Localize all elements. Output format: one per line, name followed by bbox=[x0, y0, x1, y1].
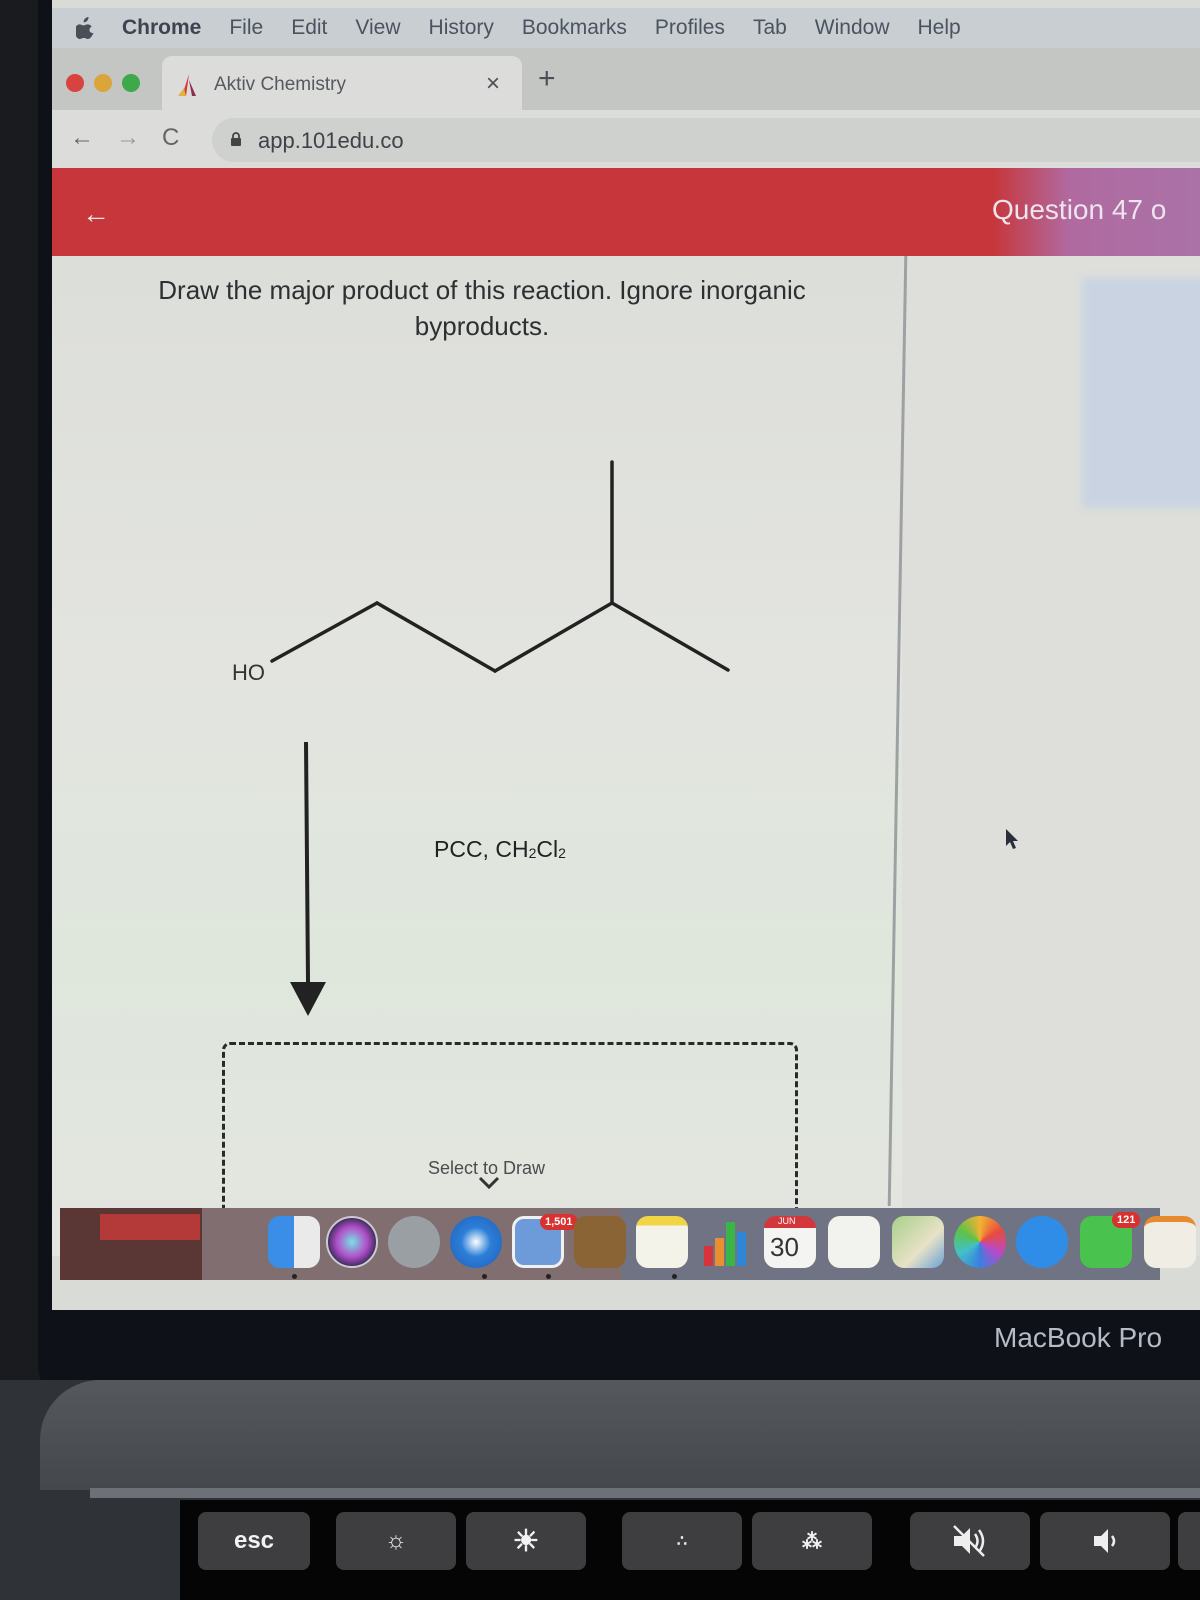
question-prompt: Draw the major product of this reaction.… bbox=[158, 275, 806, 341]
reactant-structure bbox=[270, 460, 730, 673]
deck-rim bbox=[90, 1488, 1200, 1498]
question-number: Question 47 o bbox=[992, 194, 1167, 225]
keyboard-light-down-icon[interactable]: ∴ bbox=[622, 1512, 742, 1570]
bond bbox=[610, 601, 730, 672]
touch-bar-key[interactable] bbox=[1178, 1512, 1200, 1570]
draw-answer-area[interactable] bbox=[222, 1042, 798, 1232]
forward-arrow-icon[interactable]: → bbox=[116, 124, 140, 152]
menu-bar: Chrome File Edit View History Bookmarks … bbox=[52, 8, 1200, 48]
dock-calendar-icon[interactable]: JUN 30 bbox=[764, 1216, 816, 1268]
minimize-window-button[interactable] bbox=[94, 74, 112, 92]
dock-launchpad-icon[interactable] bbox=[388, 1216, 440, 1268]
address-bar[interactable]: app.101edu.co bbox=[212, 118, 1200, 162]
reload-icon[interactable]: C bbox=[162, 124, 179, 152]
dock-safari-icon[interactable] bbox=[450, 1216, 502, 1268]
mail-badge: 1,501 bbox=[540, 1214, 578, 1230]
dock-pages-icon[interactable] bbox=[1144, 1216, 1196, 1268]
new-tab-button[interactable]: + bbox=[538, 64, 556, 94]
calendar-day: 30 bbox=[770, 1232, 799, 1262]
tab-aktiv-chemistry[interactable]: Aktiv Chemistry × bbox=[162, 56, 522, 112]
back-arrow-icon[interactable]: ← bbox=[82, 198, 110, 230]
mouse-cursor-icon bbox=[1006, 829, 1018, 849]
menu-window[interactable]: Window bbox=[815, 16, 890, 40]
menu-bookmarks[interactable]: Bookmarks bbox=[522, 16, 627, 40]
photo: Chrome File Edit View History Bookmarks … bbox=[0, 0, 1200, 1600]
menu-tab[interactable]: Tab bbox=[753, 16, 787, 40]
reaction-arrow bbox=[290, 742, 326, 1016]
reagent-text: Cl bbox=[536, 836, 559, 862]
keyboard-light-up-icon[interactable]: ⁂ bbox=[752, 1512, 872, 1570]
tab-strip: Aktiv Chemistry × + bbox=[52, 48, 1200, 112]
running-indicator bbox=[482, 1274, 487, 1279]
brightness-down-icon[interactable]: ☼ bbox=[336, 1512, 456, 1570]
tab-title: Aktiv Chemistry bbox=[214, 74, 346, 95]
menu-help[interactable]: Help bbox=[918, 16, 961, 40]
top-case bbox=[40, 1380, 1200, 1490]
menu-view[interactable]: View bbox=[355, 16, 400, 40]
menu-file[interactable]: File bbox=[229, 16, 263, 40]
running-indicator bbox=[292, 1274, 297, 1279]
facetime-badge: 121 bbox=[1112, 1212, 1141, 1228]
reagent-subscript: 2 bbox=[558, 845, 566, 861]
browser-toolbar: ← → C app.101edu.co bbox=[52, 110, 1200, 168]
mute-icon[interactable] bbox=[910, 1512, 1030, 1570]
brightness-up-icon[interactable]: ☀ bbox=[466, 1512, 586, 1570]
dock-contacts-icon[interactable] bbox=[574, 1216, 626, 1268]
zoom-window-button[interactable] bbox=[122, 74, 140, 92]
esc-key[interactable]: esc bbox=[198, 1512, 310, 1570]
question-content: Draw the major product of this reaction.… bbox=[52, 256, 1200, 1256]
dock-siri-icon[interactable] bbox=[326, 1216, 378, 1268]
aktiv-logo-icon bbox=[178, 74, 200, 98]
running-indicator bbox=[672, 1274, 677, 1279]
reagent-text: PCC, CH bbox=[434, 836, 529, 862]
menu-history[interactable]: History bbox=[429, 16, 494, 40]
screen: Chrome File Edit View History Bookmarks … bbox=[52, 0, 1200, 1310]
hydroxyl-label: HO bbox=[232, 660, 265, 685]
dock-finder-icon[interactable] bbox=[268, 1216, 320, 1268]
dock-photos-icon[interactable] bbox=[954, 1216, 1006, 1268]
bond bbox=[493, 601, 614, 673]
dock-numbers-icon[interactable] bbox=[700, 1216, 752, 1268]
close-tab-icon[interactable]: × bbox=[486, 70, 500, 98]
back-arrow-icon[interactable]: ← bbox=[70, 124, 94, 152]
bond bbox=[270, 601, 379, 663]
lock-icon bbox=[230, 132, 242, 146]
close-window-button[interactable] bbox=[66, 74, 84, 92]
volume-down-icon[interactable] bbox=[1040, 1512, 1170, 1570]
menu-profiles[interactable]: Profiles bbox=[655, 16, 725, 40]
apple-icon[interactable] bbox=[74, 17, 96, 39]
running-indicator bbox=[546, 1274, 551, 1279]
dock-notes-icon[interactable] bbox=[636, 1216, 688, 1268]
desktop-wallpaper bbox=[60, 1208, 202, 1280]
dock-maps-icon[interactable] bbox=[892, 1216, 944, 1268]
chevron-down-icon[interactable] bbox=[478, 1176, 500, 1190]
url-text: app.101edu.co bbox=[258, 128, 404, 153]
screen-glare bbox=[1082, 278, 1200, 508]
macbook-pro-label: MacBook Pro bbox=[994, 1322, 1163, 1353]
dock-messages-icon[interactable] bbox=[1016, 1216, 1068, 1268]
menu-chrome[interactable]: Chrome bbox=[122, 16, 201, 40]
calendar-month: JUN bbox=[778, 1216, 796, 1226]
reagent-label: PCC, CH2Cl2 bbox=[434, 836, 566, 863]
dock-reminders-icon[interactable] bbox=[828, 1216, 880, 1268]
menu-edit[interactable]: Edit bbox=[291, 16, 327, 40]
app-header: ← Question 47 o bbox=[52, 168, 1200, 256]
bond bbox=[375, 601, 497, 673]
